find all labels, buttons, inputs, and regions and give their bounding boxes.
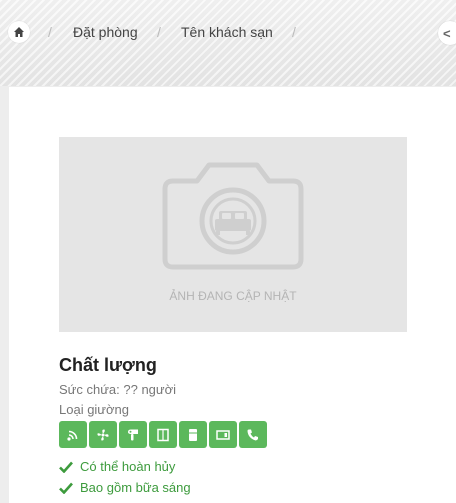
photo-caption: ẢNH ĐANG CẬP NHẬT [169,289,297,303]
check-icon [59,482,73,494]
amenity-phone[interactable] [239,421,267,448]
phone-icon [247,429,258,440]
hair-dryer-icon [128,429,138,440]
tv-icon [216,429,230,440]
fridge-icon [189,428,197,441]
back-button[interactable]: < [438,21,456,45]
perk-label: Bao gồm bữa sáng [80,480,191,495]
chevron-left-icon: < [443,25,451,41]
perk-refundable: Có thể hoàn hủy [59,459,175,474]
perk-label: Có thể hoàn hủy [80,459,176,474]
amenity-list [59,421,267,448]
breadcrumb: / Đặt phòng / Tên khách sạn / < [0,18,456,48]
fan-icon [97,428,109,441]
room-capacity: Sức chứa: ?? người [59,382,177,397]
breadcrumb-item-hotel[interactable]: Tên khách sạn [181,24,273,40]
wifi-icon [67,430,78,441]
amenity-hair-dryer[interactable] [119,421,147,448]
home-button[interactable] [8,21,30,43]
breadcrumb-separator: / [48,24,52,40]
perk-breakfast: Bao gồm bữa sáng [59,480,191,495]
amenity-fridge[interactable] [179,421,207,448]
room-card: ẢNH ĐANG CẬP NHẬT Chất lượng Sức chứa: ?… [9,87,456,503]
breadcrumb-item-booking[interactable]: Đặt phòng [73,24,138,40]
room-title: Chất lượng [59,355,157,375]
amenity-wifi[interactable] [59,421,87,448]
amenity-tv[interactable] [209,421,237,448]
amenity-fan[interactable] [89,421,117,448]
breadcrumb-separator: / [157,24,161,40]
wardrobe-icon [157,428,169,441]
amenity-wardrobe[interactable] [149,421,177,448]
camera-placeholder-icon [162,162,304,270]
home-icon [14,27,24,37]
breadcrumb-separator: / [292,24,296,40]
check-icon [59,461,73,473]
room-photo-placeholder: ẢNH ĐANG CẬP NHẬT [59,137,407,332]
room-bed-type: Loại giường [59,402,129,417]
